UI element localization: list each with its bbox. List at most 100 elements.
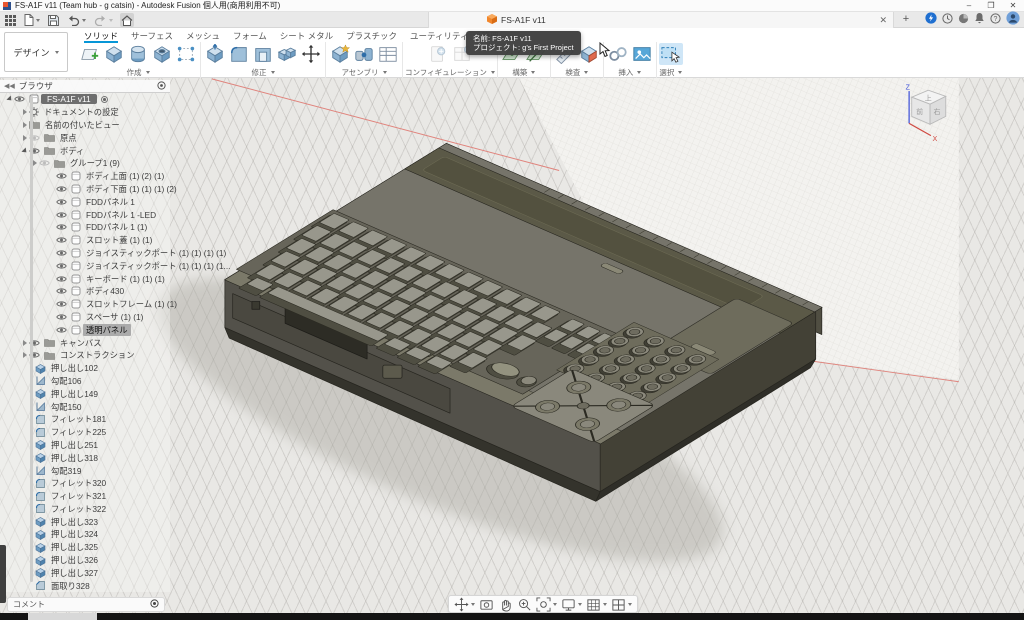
browser-item[interactable]: ボディ下面 (1) (1) (1) (2) (0, 183, 170, 196)
browser-item[interactable]: ボディ430 (0, 285, 170, 298)
visibility-eye-icon[interactable] (56, 172, 67, 180)
notifications-bell-icon[interactable] (974, 11, 985, 29)
timeline-feature-item[interactable]: 勾配319 (0, 464, 170, 477)
sync-status-icon[interactable] (958, 11, 969, 29)
browser-item[interactable]: キーボード (1) (1) (1) (0, 272, 170, 285)
workspace-selector[interactable]: デザイン (4, 32, 68, 72)
visibility-eye-icon[interactable] (56, 249, 67, 257)
browser-item[interactable]: キャンバス (0, 336, 170, 349)
combine-button[interactable] (275, 43, 299, 65)
visibility-eye-icon[interactable] (56, 198, 67, 206)
ribbon-group-label[interactable]: コンフィギュレーション (405, 67, 495, 78)
create-sketch-button[interactable] (78, 43, 102, 65)
timeline-feature-item[interactable]: フィレット225 (0, 426, 170, 439)
ribbon-group-label[interactable]: 挿入 (618, 67, 641, 78)
file-menu-icon[interactable] (23, 13, 41, 27)
canvas-button[interactable] (630, 43, 654, 65)
help-icon[interactable]: ? (990, 11, 1001, 29)
browser-item[interactable]: ボディ (0, 144, 170, 157)
fit-button[interactable] (534, 597, 559, 612)
visibility-eye-icon[interactable] (56, 211, 67, 219)
extrude-button[interactable] (102, 43, 126, 65)
visibility-eye-icon[interactable] (56, 313, 67, 321)
minimize-button[interactable]: – (958, 0, 980, 12)
undo-icon[interactable] (66, 13, 87, 27)
browser-item[interactable]: ドキュメントの設定 (0, 106, 170, 119)
visibility-eye-icon[interactable] (56, 326, 67, 334)
activate-component-radio[interactable] (101, 96, 108, 103)
extensions-icon[interactable] (925, 11, 937, 29)
ribbon-group-label[interactable]: アセンブリ (341, 67, 386, 78)
browser-item[interactable]: スロットフレーム (1) (1) (0, 298, 170, 311)
timeline-feature-item[interactable]: 勾配106 (0, 375, 170, 388)
browser-item[interactable]: ジョイスティックポート (1) (1) (1) (1... (0, 259, 170, 272)
timeline-feature-item[interactable]: フィレット181 (0, 413, 170, 426)
expand-arrow[interactable] (21, 147, 28, 154)
ribbon-group-label[interactable]: 構築 (512, 67, 535, 78)
browser-item[interactable]: FS-A1F v11 (0, 93, 170, 106)
sketch-pattern-button[interactable] (174, 43, 198, 65)
shell-button[interactable] (251, 43, 275, 65)
comments-target-icon[interactable] (150, 599, 159, 610)
new-tab-button[interactable]: + (899, 13, 913, 27)
redo-icon[interactable] (93, 13, 114, 27)
browser-item[interactable]: 透明パネル (0, 323, 170, 336)
visibility-eye-icon[interactable] (56, 287, 67, 295)
zoom-button[interactable] (515, 597, 534, 612)
tab-close-icon[interactable]: ✕ (879, 15, 887, 26)
timeline-feature-item[interactable]: 押し出し318 (0, 451, 170, 464)
ribbon-group-label[interactable]: 検査 (565, 67, 588, 78)
pan-hand-button[interactable] (496, 597, 515, 612)
browser-item[interactable]: スペーサ (1) (1) (0, 311, 170, 324)
browser-item[interactable]: 原点 (0, 131, 170, 144)
job-status-icon[interactable] (942, 11, 953, 29)
visibility-eye-icon[interactable] (56, 300, 67, 308)
expand-arrow[interactable] (23, 135, 27, 141)
timeline-feature-item[interactable]: 勾配150 (0, 400, 170, 413)
timeline-feature-item[interactable]: 押し出し324 (0, 528, 170, 541)
ribbon-group-label[interactable]: 修正 (252, 67, 275, 78)
viewports-button[interactable] (609, 597, 634, 612)
new-component-button[interactable] (328, 43, 352, 65)
browser-item[interactable]: ジョイスティックポート (1) (1) (1) (1) (0, 247, 170, 260)
grid-snaps-button[interactable] (584, 597, 609, 612)
viewport-canvas[interactable]: Z X 上 前 右 ◀◀ ブラウザ FS-A1F v11ドキュメントの設定名前の… (0, 78, 1024, 613)
visibility-eye-icon[interactable] (56, 236, 67, 244)
hole-button[interactable] (150, 43, 174, 65)
press-pull-button[interactable] (203, 43, 227, 65)
pan-button[interactable] (452, 597, 477, 612)
visibility-eye-icon[interactable] (56, 275, 67, 283)
app-grid-icon[interactable] (4, 13, 17, 27)
maximize-button[interactable]: ❐ (980, 0, 1002, 12)
fillet-button[interactable] (227, 43, 251, 65)
collapsed-panel-handle[interactable] (0, 545, 6, 603)
document-tab[interactable]: FS-A1F v11 ✕ (428, 12, 894, 28)
expand-arrow[interactable] (6, 96, 13, 103)
timeline-feature-item[interactable]: フィレット320 (0, 477, 170, 490)
timeline-feature-item[interactable]: 押し出し325 (0, 541, 170, 554)
timeline-feature-item[interactable]: 押し出し251 (0, 439, 170, 452)
timeline-feature-item[interactable]: 押し出し102 (0, 362, 170, 375)
timeline-feature-item[interactable]: フィレット321 (0, 490, 170, 503)
timeline-feature-item[interactable]: 面取り328 (0, 579, 170, 592)
expand-arrow[interactable] (23, 109, 27, 115)
timeline-feature-item[interactable]: フィレット322 (0, 503, 170, 516)
browser-item[interactable]: 名前の付いたビュー (0, 119, 170, 132)
browser-item[interactable]: グループ1 (9) (0, 157, 170, 170)
visibility-eye-icon[interactable] (39, 159, 50, 167)
browser-item[interactable]: ボディ上面 (1) (2) (1) (0, 170, 170, 183)
browser-scrollbar[interactable] (30, 96, 33, 582)
visibility-eye-icon[interactable] (56, 185, 67, 193)
look-at-button[interactable] (477, 597, 496, 612)
joint-button[interactable] (352, 43, 376, 65)
visibility-eye-icon[interactable] (56, 262, 67, 270)
revolve-button[interactable] (126, 43, 150, 65)
display-settings-button[interactable] (559, 597, 584, 612)
browser-item[interactable]: スロット蓋 (1) (1) (0, 234, 170, 247)
ribbon-group-label[interactable]: 作成 (127, 67, 150, 78)
expand-arrow[interactable] (23, 340, 27, 346)
ribbon-group-label[interactable]: 選択 (659, 67, 682, 78)
browser-item[interactable]: FDDパネル 1 (0, 195, 170, 208)
timeline-feature-item[interactable]: 押し出し149 (0, 387, 170, 400)
expand-arrow[interactable] (33, 160, 37, 166)
